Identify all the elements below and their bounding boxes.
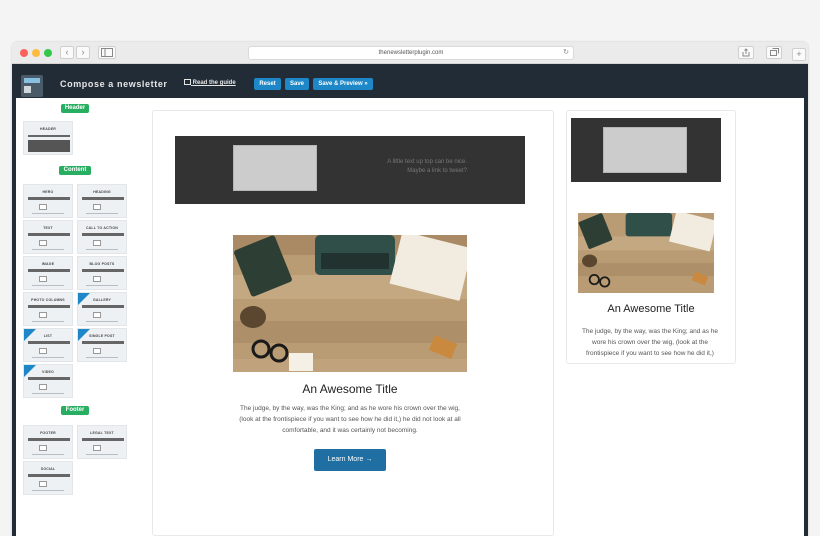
block-header[interactable]: HEADER [23,121,73,155]
block-legal-text[interactable]: LEGAL TEXT [77,425,127,459]
block-label: CALL TO ACTION [85,226,119,230]
close-window-button[interactable] [20,49,28,57]
learn-more-button[interactable]: Learn More → [314,449,386,471]
block-thumbnail [39,445,47,451]
block-thumbnail [39,312,47,318]
newsletter-canvas[interactable]: A little text up top can be nice. Maybe … [152,110,554,536]
url-text: thenewsletterplugin.com [378,50,444,56]
preview-header-block [571,118,721,182]
share-icon [742,48,750,57]
pro-ribbon [78,329,90,341]
block-text[interactable]: TEXT [23,220,73,254]
block-single-post[interactable]: SINGLE POST [77,328,127,362]
section-content-badge: Content [59,166,91,175]
save-button[interactable]: Save [285,78,309,90]
preview-title: An Awesome Title [607,303,695,315]
newsletter-logo [21,75,43,97]
block-label: FOOTER [40,431,56,435]
block-photo-columns[interactable]: PHOTO COLUMNS [23,292,73,326]
logo-placeholder [233,145,317,191]
tagline-line-1: A little text up top can be nice. [387,159,467,165]
block-thumbnail [39,481,47,487]
mobile-preview: An Awesome Title The judge, by the way, … [566,110,736,364]
block-thumbnail [93,348,101,354]
block-thumbnail [39,384,47,390]
block-label: IMAGE [41,262,55,266]
sidebar-toggle-button[interactable] [98,46,116,59]
newsletter-title[interactable]: An Awesome Title [233,382,467,396]
maximize-window-button[interactable] [44,49,52,57]
block-label: TEXT [43,226,53,230]
browser-titlebar: ‹ › thenewsletterplugin.com ↻ + [12,42,808,64]
new-tab-button[interactable]: + [792,48,806,61]
block-label: BLOG POSTS [89,262,115,266]
tagline-line-2: Maybe a link to tweet? [407,168,467,174]
block-thumbnail [39,348,47,354]
reload-icon[interactable]: ↻ [563,47,569,59]
forward-button[interactable]: › [76,46,90,59]
block-video[interactable]: VIDEO [23,364,73,398]
save-preview-button[interactable]: Save & Preview » [313,78,373,90]
minimize-window-button[interactable] [32,49,40,57]
hero-photo [233,235,467,372]
block-gallery[interactable]: GALLERY [77,292,127,326]
composer-body: Header HEADER Content HERO HEADING TEXT CAL… [12,98,808,536]
hero-image[interactable] [233,235,467,372]
header-tagline: A little text up top can be nice. Maybe … [387,158,467,176]
block-footer[interactable]: FOOTER [23,425,73,459]
pro-ribbon [24,365,36,377]
block-thumbnail [28,140,70,152]
newsletter-header-block[interactable]: A little text up top can be nice. Maybe … [175,136,525,204]
section-header-badge: Header [61,104,89,113]
tabs-icon [769,48,779,56]
block-thumbnail [39,276,47,282]
page-title: Compose a newsletter [60,79,168,89]
section-footer-badge: Footer [61,406,89,415]
block-hero[interactable]: HERO [23,184,73,218]
block-thumbnail [93,204,101,210]
back-button[interactable]: ‹ [60,46,74,59]
preview-hero-image [578,213,714,293]
newsletter-body-text[interactable]: The judge, by the way, was the King; and… [233,403,467,436]
block-label: PHOTO COLUMNS [31,298,65,302]
block-label: HEADING [93,190,111,194]
block-social[interactable]: SOCIAL [23,461,73,495]
block-image[interactable]: IMAGE [23,256,73,290]
block-label: HERO [42,190,54,194]
block-list[interactable]: LIST [23,328,73,362]
block-heading[interactable]: HEADING [77,184,127,218]
read-guide-link[interactable]: Read the guide [184,79,236,86]
sidebar-icon [101,48,113,57]
block-thumbnail [39,240,47,246]
blocks-sidebar: Header HEADER Content HERO HEADING TEXT CAL… [16,98,144,536]
block-label: LEGAL TEXT [90,431,114,435]
preview-body-text: The judge, by the way, was the King; and… [581,328,719,357]
block-thumbnail [93,276,101,282]
preview-logo-placeholder [603,127,687,173]
pro-ribbon [24,329,36,341]
block-blog-posts[interactable]: BLOG POSTS [77,256,127,290]
block-label: SOCIAL [40,467,56,471]
app-header: Compose a newsletter Read the guide Rese… [12,64,808,98]
block-label: HEADER [40,127,56,131]
book-icon [184,79,191,85]
pro-ribbon [78,293,90,305]
address-bar[interactable]: thenewsletterplugin.com ↻ [248,46,574,60]
block-call-to-action[interactable]: CALL TO ACTION [77,220,127,254]
block-thumbnail [93,240,101,246]
tabs-button[interactable] [766,46,782,59]
preview-photo [578,213,714,293]
read-guide-label: Read the guide [192,80,236,86]
block-thumbnail [93,445,101,451]
browser-window: ‹ › thenewsletterplugin.com ↻ + Compose … [12,42,808,536]
block-thumbnail [93,312,101,318]
reset-button[interactable]: Reset [254,78,281,90]
block-thumbnail [39,204,47,210]
share-button[interactable] [738,46,754,59]
